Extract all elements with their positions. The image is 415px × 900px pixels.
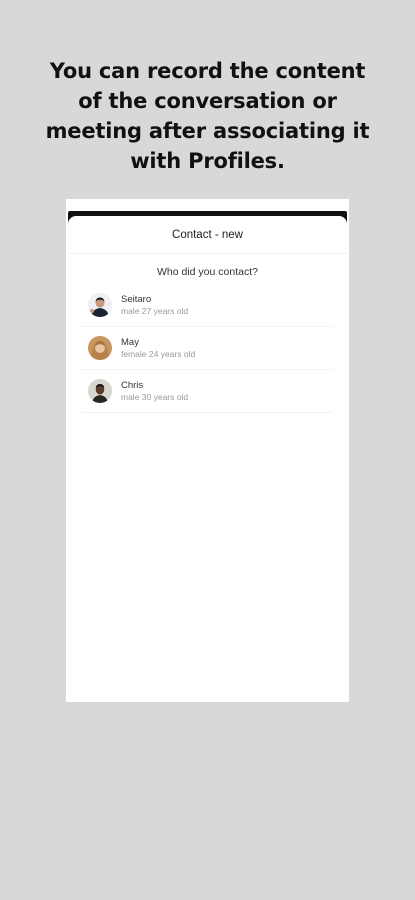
sheet-header: Contact - new [68,216,347,254]
contact-meta: female 24 years old [121,348,196,359]
contact-name: May [121,336,139,348]
contact-question: Who did you contact? [157,266,258,278]
avatar [88,336,112,360]
contact-list: Seitaro male 27 years old May female 24 … [68,284,347,413]
contact-row-may[interactable]: May female 24 years old [82,327,333,370]
contact-sheet: Contact - new Who did you contact? Seita… [68,216,347,702]
promo-headline: You can record the content of the conver… [45,59,370,173]
avatar [88,379,112,403]
contact-meta: male 27 years old [121,305,189,316]
contact-row-chris[interactable]: Chris male 30 years old [82,370,333,413]
avatar [88,293,112,317]
sheet-title: Contact - new [172,228,243,241]
contact-row-seitaro[interactable]: Seitaro male 27 years old [82,284,333,327]
contact-name: Chris [121,379,144,391]
phone-screen: Contact - new Who did you contact? Seita… [66,199,349,702]
contact-meta: male 30 years old [121,391,189,402]
contact-name: Seitaro [121,293,152,305]
